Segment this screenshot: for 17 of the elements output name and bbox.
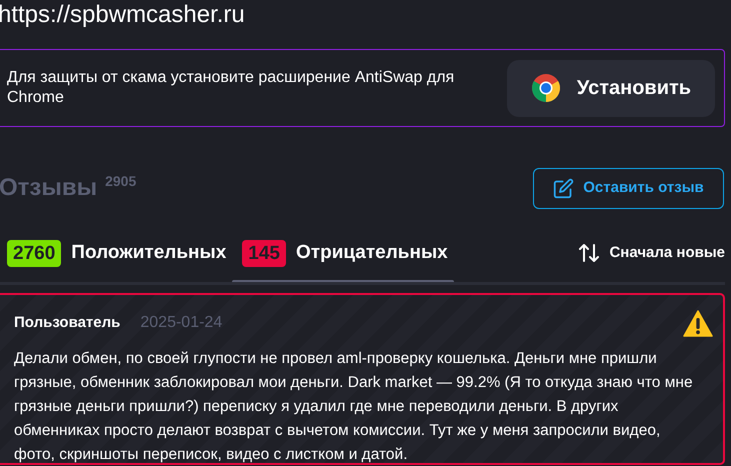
- site-url: https://spbwmcasher.ru: [0, 1, 245, 28]
- count-badge: 145: [242, 240, 286, 266]
- count-badge: 2760: [7, 240, 62, 266]
- review-count: 2905: [105, 173, 136, 189]
- browser-logo-icon: [530, 73, 561, 103]
- edit-icon: [553, 178, 574, 199]
- sort-arrows-icon: [578, 242, 600, 264]
- section-title: Отзывы: [0, 173, 98, 203]
- sort-button[interactable]: Сначала новые: [578, 242, 725, 264]
- banner-text: Для защиты от скама установите расширение AntiSwap для Chrome: [7, 68, 456, 108]
- review-date: 2025-01-24: [140, 313, 222, 333]
- review-text: Делали обмен, по своей глупости не провел aml-проверку кошелька. Деньги мне пришли грязные, обменник заблокировал мои деньги. Dark market — 99.2% (Я то откуда знаю что мне грязные деньги пришли?) переписку я удалил где мне переводили деньги. В других обменниках просто делают возврат с вычетом комиссии. Тут же у меня запросили видео, фото, скриншоты переписок, видео с листком и датой.: [14, 349, 694, 465]
- filter-tab[interactable]: 2760 Положительных: [7, 238, 226, 268]
- review-author: Пользователь: [14, 313, 120, 333]
- warning-icon: [683, 310, 713, 336]
- install-button[interactable]: Установить: [507, 60, 715, 116]
- write-review-button[interactable]: Оставить отзыв: [533, 168, 724, 209]
